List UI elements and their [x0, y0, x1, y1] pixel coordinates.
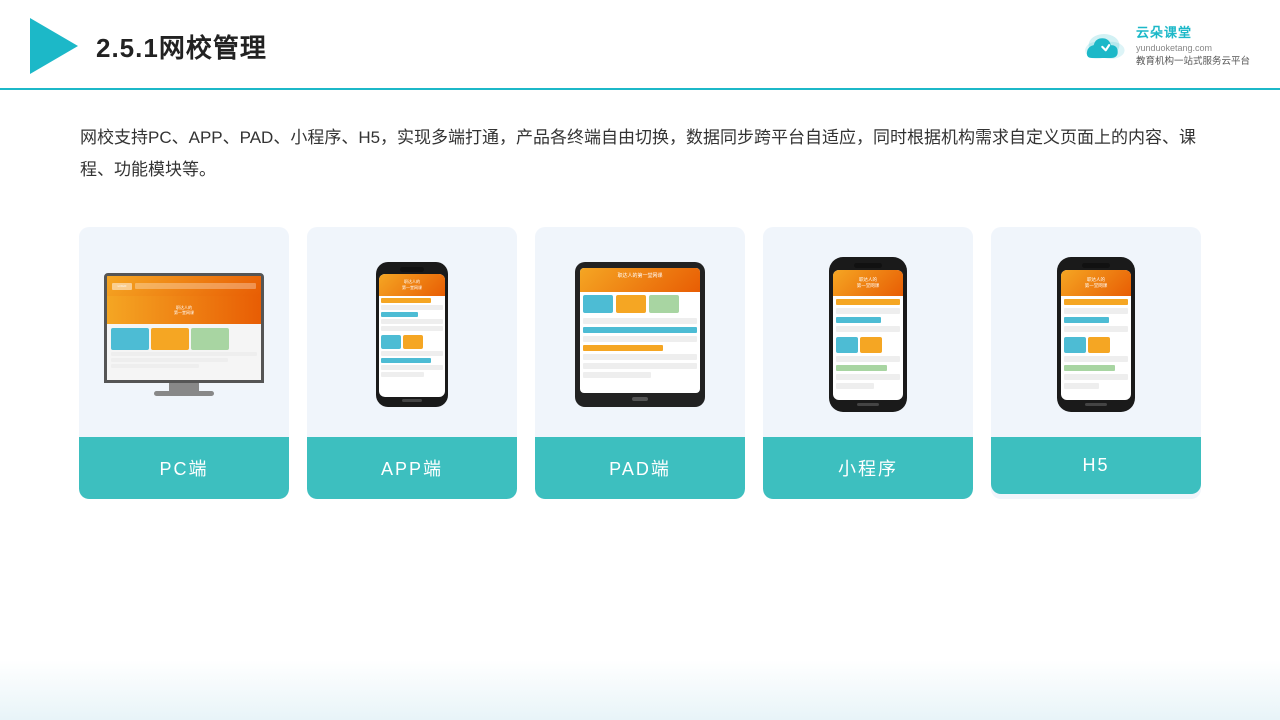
header-left: 2.5.1网校管理 — [30, 18, 267, 74]
phone-bottom-bar — [402, 399, 422, 402]
phone-large-bottom-bar — [857, 403, 879, 406]
brand-logo: 云朵课堂 yunduoketang.com 教育机构一站式服务云平台 — [1078, 24, 1250, 68]
brand-text: 云朵课堂 yunduoketang.com 教育机构一站式服务云平台 — [1136, 24, 1250, 68]
phone-screen: 职达人的第一堂网课 — [379, 274, 445, 397]
card-pad: 职达人的第一堂网课 — [535, 227, 745, 499]
header-right: 云朵课堂 yunduoketang.com 教育机构一站式服务云平台 — [1078, 24, 1250, 68]
h5-phone-screen-header: 职达人的第一堂网课 — [1061, 270, 1131, 296]
card-pc: LOGO 职达人的第一堂网课 — [79, 227, 289, 499]
miniprogram-phone-body: 职达人的第一堂网课 — [829, 257, 907, 412]
h5-phone-notch — [1082, 263, 1110, 268]
card-pc-label: PC端 — [79, 437, 289, 499]
phone-screen-body — [379, 296, 445, 379]
card-pc-image: LOGO 职达人的第一堂网课 — [79, 227, 289, 437]
bg-decoration — [0, 660, 1280, 720]
pc-base — [154, 391, 214, 396]
card-h5-label: H5 — [991, 437, 1201, 494]
card-app: 职达人的第一堂网课 — [307, 227, 517, 499]
card-h5: 职达人的第一堂网课 — [991, 227, 1201, 499]
phone-notch — [400, 267, 424, 272]
pc-mockup: LOGO 职达人的第一堂网课 — [104, 273, 264, 396]
card-miniprogram-label: 小程序 — [763, 437, 973, 499]
tablet-mockup: 职达人的第一堂网课 — [575, 262, 705, 407]
brand-url: yunduoketang.com — [1136, 42, 1250, 55]
miniprogram-phone-mockup: 职达人的第一堂网课 — [829, 257, 907, 412]
header: 2.5.1网校管理 云朵课堂 yunduoketang.com 教育机构一站式服… — [0, 0, 1280, 90]
tablet-home-button — [632, 397, 648, 401]
pc-screen-content: LOGO 职达人的第一堂网课 — [107, 276, 261, 380]
card-pad-label: PAD端 — [535, 437, 745, 499]
brand-name: 云朵课堂 — [1136, 24, 1250, 42]
card-app-image: 职达人的第一堂网课 — [307, 227, 517, 437]
tablet-screen-header: 职达人的第一堂网课 — [580, 268, 700, 292]
card-pad-image: 职达人的第一堂网课 — [535, 227, 745, 437]
h5-phone-body: 职达人的第一堂网课 — [1057, 257, 1135, 412]
app-phone-body: 职达人的第一堂网课 — [376, 262, 448, 407]
h5-phone-screen: 职达人的第一堂网课 — [1061, 270, 1131, 400]
cloud-icon — [1078, 28, 1130, 64]
h5-phone-screen-body — [1061, 296, 1131, 392]
h5-phone-mockup: 职达人的第一堂网课 — [1057, 257, 1135, 412]
phone-large-notch — [854, 263, 882, 268]
tablet-screen-body — [580, 292, 700, 381]
pc-stand — [169, 383, 199, 391]
h5-phone-bottom-bar — [1085, 403, 1107, 406]
tablet-screen: 职达人的第一堂网课 — [580, 268, 700, 393]
card-miniprogram: 职达人的第一堂网课 — [763, 227, 973, 499]
page-title: 2.5.1网校管理 — [96, 28, 267, 65]
tablet-body: 职达人的第一堂网课 — [575, 262, 705, 407]
pc-screen: LOGO 职达人的第一堂网课 — [104, 273, 264, 383]
description-text: 网校支持PC、APP、PAD、小程序、H5，实现多端打通，产品各终端自由切换，数… — [0, 90, 1280, 207]
brand-slogan: 教育机构一站式服务云平台 — [1136, 55, 1250, 68]
card-app-label: APP端 — [307, 437, 517, 499]
app-phone-mockup: 职达人的第一堂网课 — [376, 262, 448, 407]
phone-large-screen-header: 职达人的第一堂网课 — [833, 270, 903, 296]
phone-large-screen: 职达人的第一堂网课 — [833, 270, 903, 400]
cards-section: LOGO 职达人的第一堂网课 — [0, 207, 1280, 529]
phone-large-screen-body — [833, 296, 903, 392]
card-h5-image: 职达人的第一堂网课 — [991, 227, 1201, 437]
phone-screen-header: 职达人的第一堂网课 — [379, 274, 445, 296]
card-miniprogram-image: 职达人的第一堂网课 — [763, 227, 973, 437]
logo-triangle-icon — [30, 18, 78, 74]
